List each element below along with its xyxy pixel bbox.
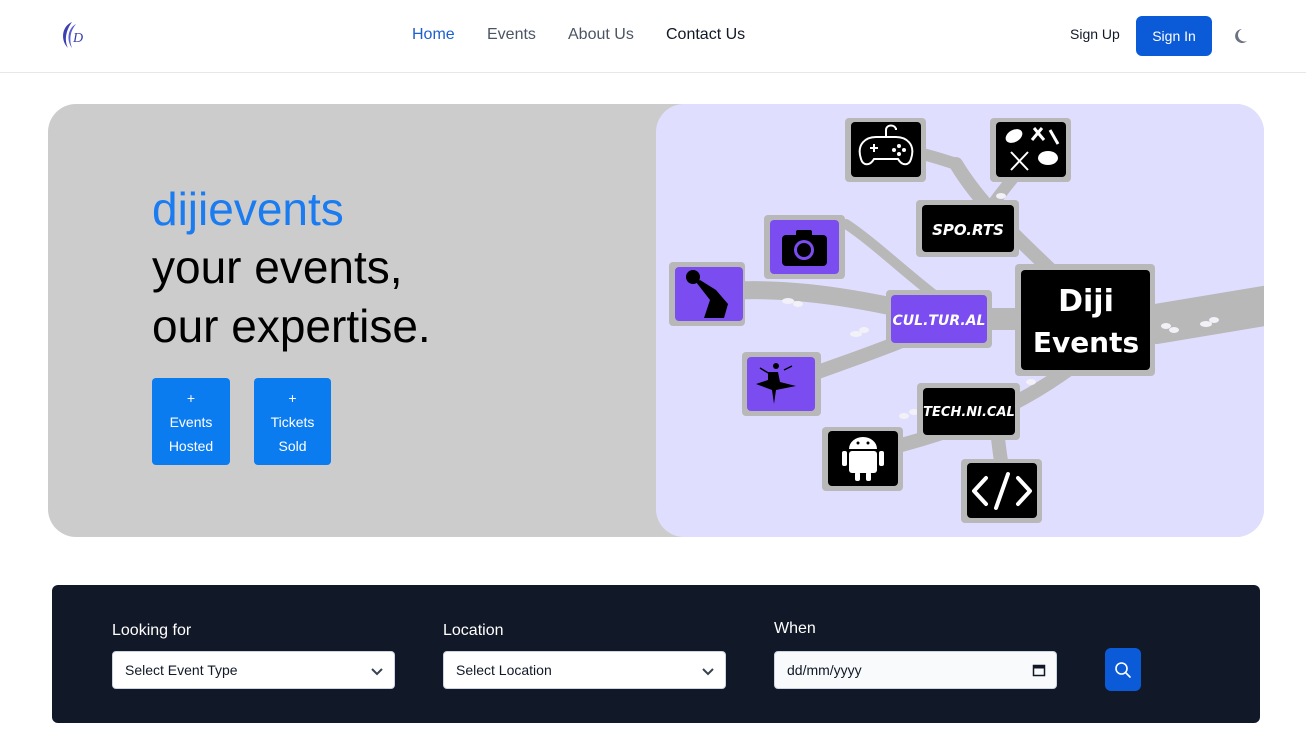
hero-banner: dijievents your events, our expertise. +… (48, 104, 1264, 537)
chevron-down-icon (371, 668, 383, 676)
center-title-line1: Diji (1058, 284, 1114, 319)
microphone-hand-tile (669, 262, 745, 326)
nav-home-link[interactable]: Home (412, 26, 455, 44)
cultural-category-tile: CUL.TUR.AL (886, 290, 992, 348)
game-controller-tile (845, 118, 926, 182)
technical-category-tile: TECH.NI.CAL (917, 383, 1020, 440)
event-categories-graphic: SPO.RTS CUL.TUR.AL Diji Events TECH.NI.C… (669, 118, 1264, 523)
looking-for-label: Looking for (112, 622, 192, 639)
stat-label-line2: Hosted (168, 438, 214, 454)
diji-events-center-tile: Diji Events (1015, 264, 1155, 376)
tickets-sold-stat: + Tickets Sold (254, 378, 331, 465)
sign-in-button[interactable]: Sign In (1136, 16, 1212, 56)
stat-label-line2: Sold (278, 438, 307, 454)
location-select[interactable]: Select Location (443, 651, 726, 689)
technical-label: TECH.NI.CAL (923, 405, 1015, 420)
center-title-line2: Events (1033, 326, 1139, 359)
chevron-down-icon (702, 668, 714, 676)
search-button[interactable] (1105, 648, 1141, 691)
sports-label: SPO.RTS (932, 221, 1004, 239)
sports-equipment-tile (990, 118, 1071, 182)
site-header: D Home Events About Us Contact Us Sign U… (0, 0, 1306, 73)
stat-plus: + (288, 390, 297, 406)
location-selected-value: Select Location (456, 662, 552, 678)
dark-mode-moon-icon[interactable] (1233, 26, 1253, 46)
ballerina-tile (742, 352, 821, 416)
when-label: When (774, 620, 816, 637)
hero-tagline-line2: our expertise. (152, 300, 431, 352)
search-icon (1115, 661, 1131, 678)
sign-up-link[interactable]: Sign Up (1070, 26, 1120, 42)
stat-label-line1: Events (169, 414, 213, 430)
cultural-label: CUL.TUR.AL (893, 313, 986, 329)
date-input[interactable]: dd/mm/yyyy (774, 651, 1057, 689)
android-robot-tile (822, 427, 903, 491)
events-hosted-stat: + Events Hosted (152, 378, 230, 465)
nav-contact-link[interactable]: Contact Us (666, 26, 745, 44)
nav-about-link[interactable]: About Us (568, 26, 634, 44)
code-brackets-tile (961, 459, 1042, 523)
camera-tile (764, 215, 845, 279)
date-placeholder: dd/mm/yyyy (787, 662, 862, 678)
hero-graphic-panel: SPO.RTS CUL.TUR.AL Diji Events TECH.NI.C… (656, 104, 1264, 537)
event-type-selected-value: Select Event Type (125, 662, 238, 678)
hero-text-panel: dijievents your events, our expertise. +… (48, 104, 656, 537)
event-search-panel: Looking for Select Event Type Location S… (52, 585, 1260, 723)
sports-category-tile: SPO.RTS (916, 200, 1019, 257)
stat-label-line1: Tickets (270, 414, 315, 430)
nav-events-link[interactable]: Events (487, 26, 536, 44)
hero-brand: dijievents (152, 183, 344, 235)
hero-tagline-line1: your events, (152, 241, 403, 293)
calendar-icon[interactable] (1032, 663, 1046, 677)
svg-text:D: D (72, 31, 83, 46)
stat-plus: + (186, 390, 196, 406)
location-label: Location (443, 622, 504, 639)
event-type-select[interactable]: Select Event Type (112, 651, 395, 689)
dijievents-logo[interactable]: D (58, 18, 92, 54)
